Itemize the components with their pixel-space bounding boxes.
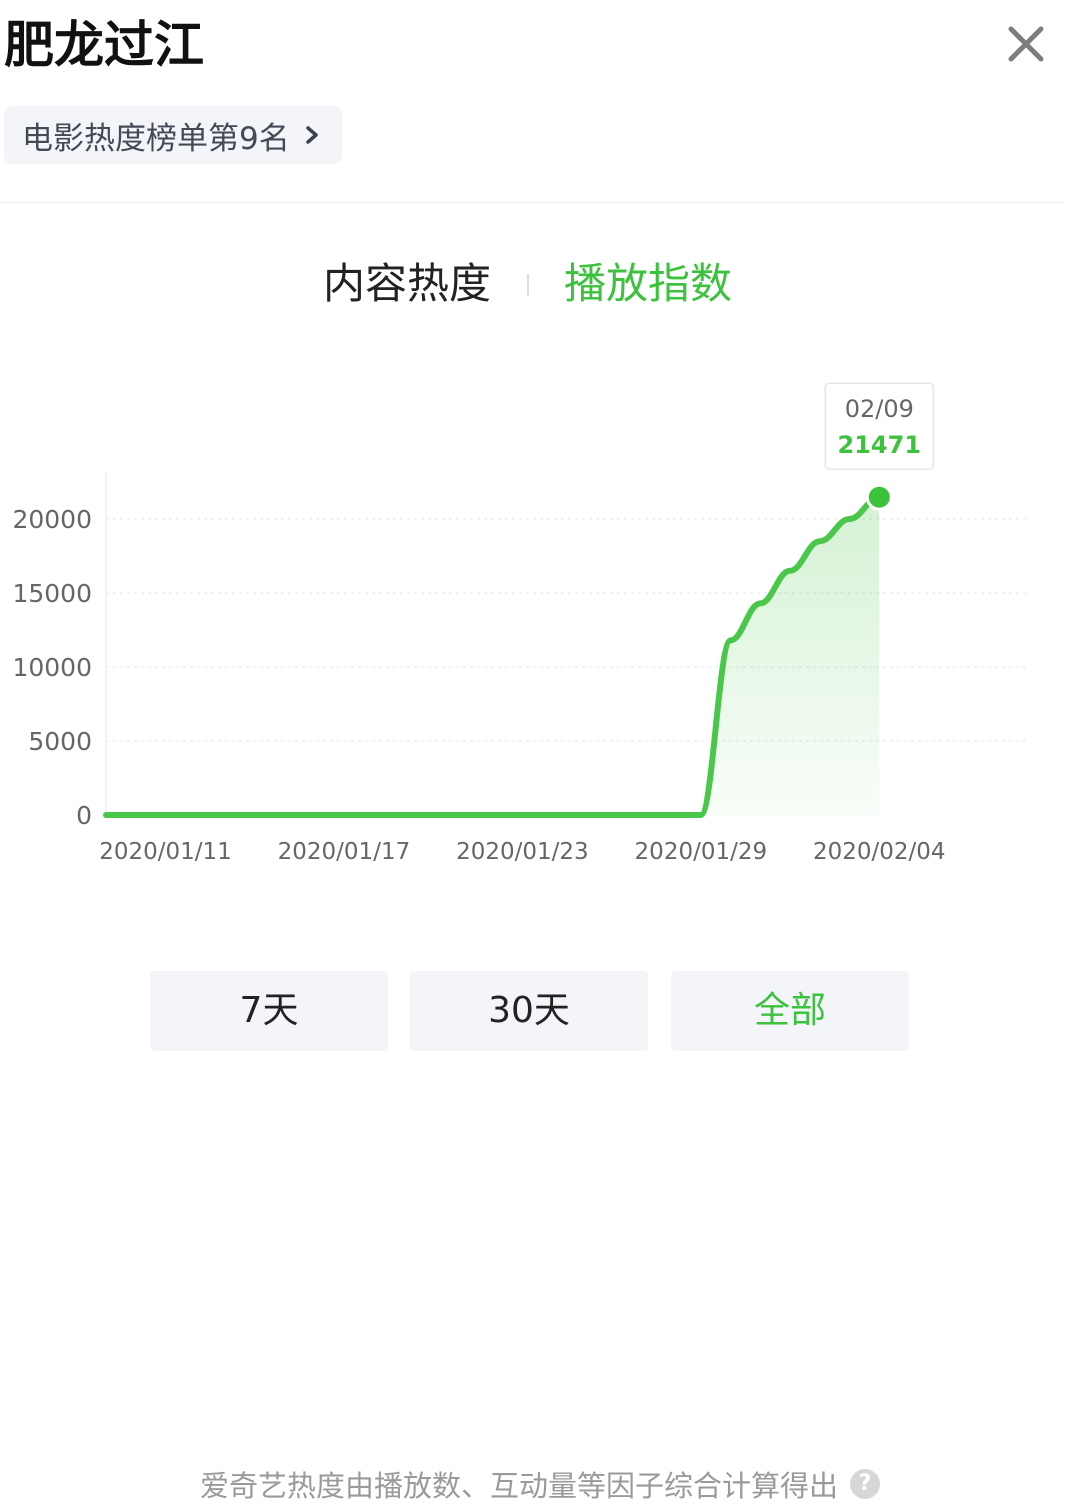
chevron-right-icon xyxy=(305,126,318,144)
y-tick-label: 10000 xyxy=(12,653,92,682)
tooltip-date: 02/09 xyxy=(845,395,914,423)
x-tick-label: 2020/01/23 xyxy=(456,839,589,865)
x-tick-label: 2020/01/11 xyxy=(99,839,232,865)
footer-text: 爱奇艺热度由播放数、互动量等因子综合计算得出 xyxy=(199,1469,838,1503)
x-tick-label: 2020/01/29 xyxy=(635,839,768,865)
chart-tooltip: 02/09 21471 xyxy=(824,382,935,470)
y-tick-label: 20000 xyxy=(12,505,92,534)
rank-link[interactable]: 电影热度榜单第9名 xyxy=(4,106,342,164)
x-tick-label: 2020/02/04 xyxy=(813,839,946,865)
close-icon xyxy=(1008,26,1044,62)
tab-content-heat[interactable]: 内容热度 xyxy=(323,254,491,314)
footer-note: 爱奇艺热度由播放数、互动量等因子综合计算得出 ? xyxy=(0,1462,1080,1506)
range-7-days-button[interactable]: 7天 xyxy=(150,971,388,1051)
tab-separator xyxy=(527,274,529,296)
play-index-chart: 0 5000 10000 15000 20000 2020/01/11 2020/01/1… xyxy=(0,370,1080,880)
x-tick-label: 2020/01/17 xyxy=(278,839,411,865)
page-title: 肥龙过江 xyxy=(4,16,204,74)
range-30-days-button[interactable]: 30天 xyxy=(410,971,648,1051)
y-tick-label: 0 xyxy=(76,801,92,830)
tooltip-value: 21471 xyxy=(838,431,922,459)
header-divider xyxy=(0,202,1064,203)
chart-end-point[interactable] xyxy=(865,483,893,511)
close-button[interactable] xyxy=(1000,18,1052,70)
y-tick-label: 15000 xyxy=(12,579,92,608)
tab-bar: 内容热度 播放指数 xyxy=(0,254,1080,318)
range-all-button[interactable]: 全部 xyxy=(671,971,909,1051)
tab-play-index[interactable]: 播放指数 xyxy=(564,254,732,314)
chart-svg: 0 5000 10000 15000 20000 2020/01/11 2020/01/1… xyxy=(12,382,1028,865)
question-circle-icon[interactable]: ? xyxy=(850,1469,880,1499)
rank-label: 电影热度榜单第9名 xyxy=(22,120,290,157)
chart-area xyxy=(106,497,880,815)
y-tick-label: 5000 xyxy=(28,727,92,756)
range-selector: 7天 30天 全部 xyxy=(150,971,910,1051)
